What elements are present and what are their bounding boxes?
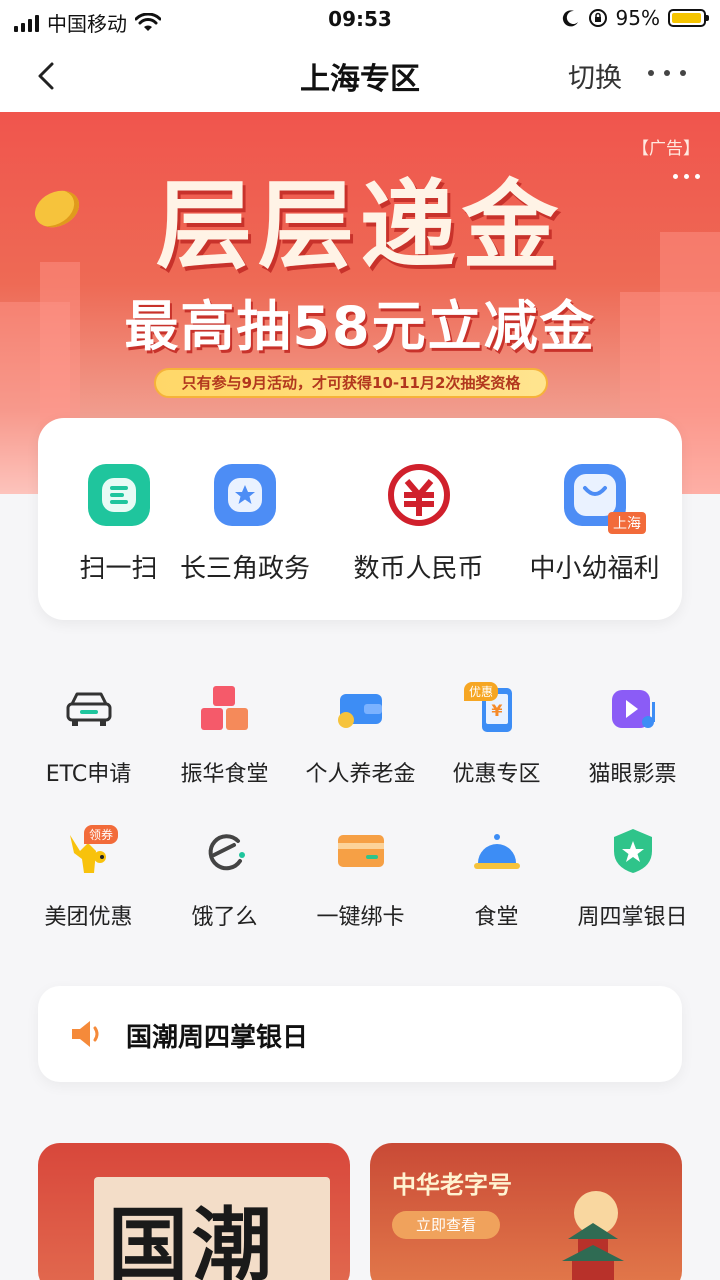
status-bar: 中国移动 09:53 95% [0,0,720,40]
service-label: ETC申请 [45,762,132,787]
switch-city-button[interactable]: 切换 [568,56,622,95]
service-label: 个人养老金 [305,762,416,787]
gov-service-icon [214,464,276,526]
quick-action-digital-rmb[interactable]: 数币人民币 [338,418,499,620]
service-maoyan[interactable]: 猫眼影票 [564,682,701,802]
announcement-text: 国潮周四掌银日 [126,1023,309,1053]
battery-percent: 95% [615,6,660,30]
service-label: 食堂 [474,905,519,930]
service-label: 优惠专区 [452,762,541,787]
service-label: 周四掌银日 [577,905,688,930]
service-eleme[interactable]: 饿了么 [156,825,293,945]
promo-card-laozihao[interactable]: 中华老字号 立即查看 [370,1143,682,1280]
announcement-bar[interactable]: 国潮周四掌银日 [38,986,682,1082]
service-thursday-day[interactable]: 周四掌银日 [564,825,701,945]
pagoda-icon [562,1191,624,1280]
service-label: 美团优惠 [44,905,133,930]
nav-bar: 上海专区 切换 [0,40,720,112]
video-music-icon [611,690,655,728]
quick-action-label: 数币人民币 [353,554,484,584]
rotation-lock-icon [588,9,607,27]
banner-headline: 层层递金 [156,169,564,282]
service-etc[interactable]: ETC申请 [20,682,157,802]
promo-card-guochao[interactable]: 国潮 [38,1143,350,1280]
shield-star-icon [613,829,652,873]
quick-action-label: 中小幼福利 [529,554,660,584]
service-label: 一键绑卡 [316,905,405,930]
service-label: 猫眼影票 [588,762,677,787]
view-now-button[interactable]: 立即查看 [392,1211,500,1239]
blocks-icon [200,686,248,730]
battery-icon [668,9,709,27]
shanghai-badge: 上海 [608,512,646,534]
quick-action-welfare[interactable]: 上海 中小幼福利 [514,418,675,620]
promo-title: 国潮 [108,1198,276,1280]
service-label: 振华食堂 [180,762,269,787]
service-pension[interactable]: 个人养老金 [292,682,429,802]
service-label: 饿了么 [191,905,258,930]
moon-icon [562,10,578,27]
banner-note: 只有参与9月活动，才可获得10-11月2次抽奖资格 [154,368,548,398]
quick-actions-card: 扫一扫 长三角政务 数币人民币 上海 中小幼福利 [38,418,682,620]
svg-text:¥: ¥ [491,701,502,720]
card-icon [337,835,384,867]
eleme-icon [208,834,245,871]
status-right: 95% [562,6,709,30]
car-icon [66,692,111,726]
quick-action-label: 长三角政务 [179,554,310,584]
discount-badge: 优惠 [464,682,499,701]
service-zhenhua-canteen[interactable]: 振华食堂 [156,682,293,802]
cloche-icon [473,834,520,869]
coupon-badge: 领券 [84,825,119,844]
battery-fill [672,13,701,23]
service-meituan[interactable]: 领券 美团优惠 [20,825,157,945]
promo-title: 中华老字号 [392,1171,512,1199]
speaker-icon [72,1021,99,1047]
banner-subline: 最高抽58元立减金 [124,295,596,358]
service-bind-card[interactable]: 一键绑卡 [292,825,429,945]
digital-rmb-icon [387,464,450,526]
service-discount-zone[interactable]: ¥ 优惠 优惠专区 [428,682,565,802]
more-menu-icon[interactable] [648,70,686,76]
scan-icon [87,464,150,526]
wallet-icon [337,694,382,728]
service-canteen[interactable]: 食堂 [428,825,565,945]
quick-action-gov-service[interactable]: 长三角政务 [172,418,318,620]
